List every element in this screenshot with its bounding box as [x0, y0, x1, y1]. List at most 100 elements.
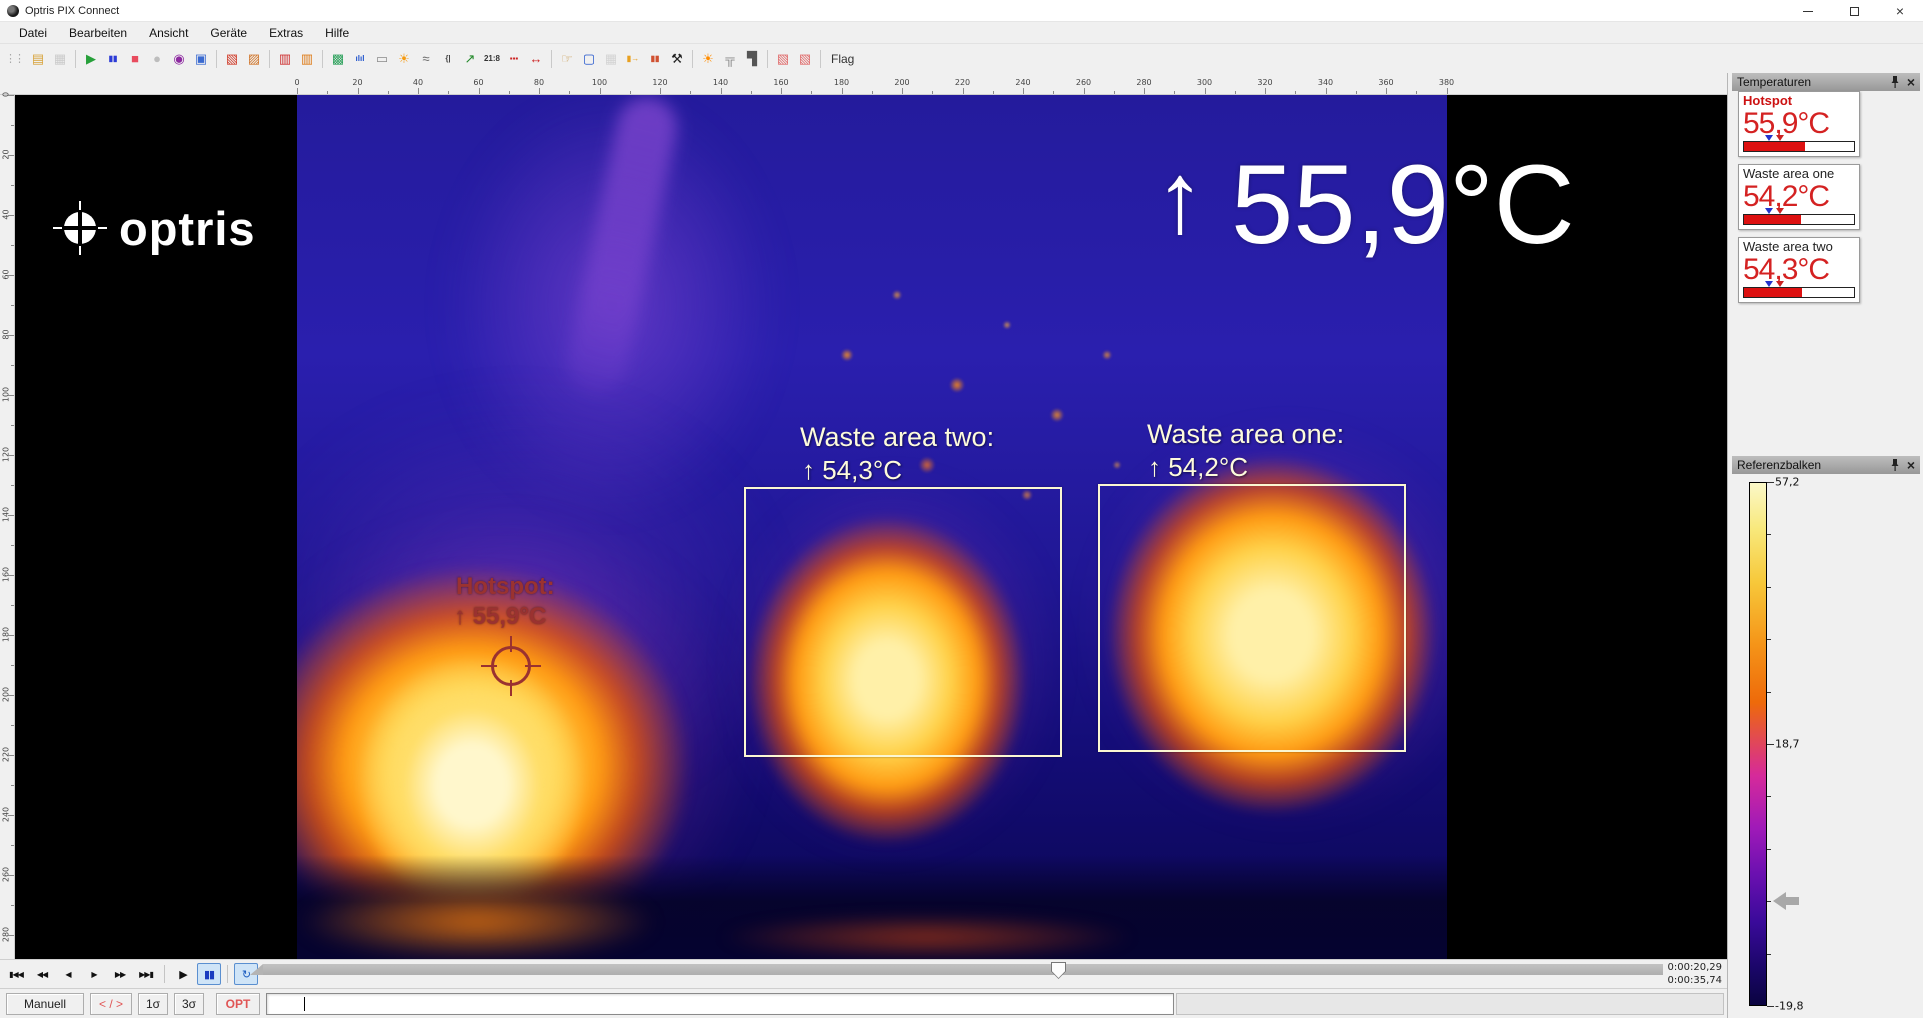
digits-icon[interactable]: 21:8 [482, 49, 502, 69]
curve-icon[interactable]: ≈ [416, 49, 436, 69]
play-icon[interactable]: ▶ [81, 49, 101, 69]
ruler-tick [479, 88, 480, 94]
menu-item-datei[interactable]: Datei [8, 24, 58, 42]
menu-item-bearbeiten[interactable]: Bearbeiten [58, 24, 138, 42]
colorbar-pair-icon[interactable]: ▮▮ [645, 49, 665, 69]
status-input[interactable] [266, 993, 1174, 1015]
ruler-tick-minor [630, 91, 631, 94]
title-bar: Optris PIX Connect × [0, 0, 1923, 22]
timeline-handle[interactable] [1051, 962, 1066, 979]
image-window-red-icon[interactable]: ▧ [222, 49, 242, 69]
copy-icon[interactable]: ▣ [191, 49, 211, 69]
menu-item-ansicht[interactable]: Ansicht [138, 24, 199, 42]
red-arrow-icon[interactable]: ↔ [526, 49, 546, 69]
ruler-tick-minor [1114, 91, 1115, 94]
flag-label[interactable]: Flag [831, 52, 854, 66]
zoom-window-icon: ▢ [583, 52, 595, 65]
layout-tree-icon: ╦ [725, 52, 734, 65]
save-icon[interactable]: ▦ [50, 49, 70, 69]
layout-tree-icon[interactable]: ╦ [720, 49, 740, 69]
toolbar-grip: ⋮⋮ [5, 52, 23, 65]
skip-start-button[interactable]: ▮◀◀ [4, 963, 28, 985]
waste-area-two-rect[interactable] [744, 487, 1062, 757]
pin-icon[interactable] [1890, 458, 1900, 472]
menu-item-hilfe[interactable]: Hilfe [314, 24, 360, 42]
blue-marker-icon [1765, 208, 1773, 214]
ruler-tick [963, 88, 964, 94]
reference-panel-title: Referenzbalken [1737, 458, 1821, 472]
image-save-icon[interactable]: ▨ [244, 49, 264, 69]
thermal-blob-icon[interactable]: ☀ [698, 49, 718, 69]
waste-area-one-rect[interactable] [1098, 484, 1406, 752]
ruler-tick [1265, 88, 1266, 94]
monitor-red-icon[interactable]: ▥ [275, 49, 295, 69]
stop-icon[interactable]: ■ [125, 49, 145, 69]
pointer-hand-icon: ☞ [561, 52, 573, 65]
manual-button[interactable]: Manuell [6, 993, 84, 1015]
record-option-two-icon[interactable]: ▧ [795, 49, 815, 69]
hotspot-crosshair-icon[interactable] [481, 636, 541, 696]
colorbar-arrow-icon[interactable]: ▮→ [623, 49, 643, 69]
timeline-track[interactable] [263, 964, 1663, 975]
reference-level-arrow-icon [1773, 892, 1801, 910]
colorbar-arrow-icon: ▮→ [627, 55, 639, 63]
fast-forward-button[interactable]: ▶▶ [108, 963, 132, 985]
pause-button[interactable]: ▮▮ [197, 963, 221, 985]
sigma3-button[interactable]: 3σ [174, 993, 204, 1015]
maximize-button[interactable] [1831, 0, 1877, 22]
minimize-button[interactable] [1785, 0, 1831, 22]
snapshot-icon[interactable]: ◉ [169, 49, 189, 69]
step-forward-button[interactable]: ▶ [82, 963, 106, 985]
ruler-label: 240 [1015, 78, 1030, 87]
right-panel: Temperaturen × Hotspot55,9°CWaste area o… [1727, 73, 1923, 1018]
tools-icon[interactable]: ⚒ [667, 49, 687, 69]
monitor-orange-icon[interactable]: ▥ [297, 49, 317, 69]
temperature-card-bar [1743, 141, 1855, 152]
menu-item-extras[interactable]: Extras [258, 24, 314, 42]
panel-close-icon[interactable]: × [1907, 75, 1915, 89]
temperature-card-label: Waste area two [1743, 240, 1855, 254]
ruler-tick-minor [569, 91, 570, 94]
opt-button[interactable]: OPT [216, 993, 260, 1015]
grid-disabled-icon[interactable]: ▦ [601, 49, 621, 69]
menu-item-geräte[interactable]: Geräte [199, 24, 258, 42]
palette-icon[interactable]: ▩ [328, 49, 348, 69]
open-icon[interactable]: ▤ [28, 49, 48, 69]
ruler-label: 200 [894, 78, 909, 87]
pointer-hand-icon[interactable]: ☞ [557, 49, 577, 69]
close-button[interactable]: × [1877, 0, 1923, 22]
play-button[interactable]: ▶ [171, 963, 195, 985]
reference-panel-header: Referenzbalken × [1732, 456, 1920, 474]
record-icon[interactable]: ● [147, 49, 167, 69]
playback-bar: ▮◀◀◀◀◀▶▶▶▶▶▮▶▮▮↻╍╍ 0:00:20,29 0:00:35,74 [0, 959, 1727, 988]
hotspot-sun-icon[interactable]: ☀ [394, 49, 414, 69]
frame-nav-button[interactable]: < / > [90, 993, 132, 1015]
ruler-tick [358, 88, 359, 94]
temperature-card-label: Waste area one [1743, 167, 1855, 181]
pin-icon[interactable] [1890, 75, 1900, 89]
ruler-tick [8, 95, 14, 96]
braces-icon[interactable]: {| [438, 49, 458, 69]
sigma1-button[interactable]: 1σ [138, 993, 168, 1015]
zoom-window-icon[interactable]: ▢ [579, 49, 599, 69]
curve-icon: ≈ [422, 52, 429, 65]
pause-icon[interactable]: ▮▮ [103, 49, 123, 69]
profile-icon[interactable]: ▭ [372, 49, 392, 69]
panel-close-icon[interactable]: × [1907, 458, 1915, 472]
histogram-icon[interactable]: ılıl [350, 49, 370, 69]
record-option-one-icon[interactable]: ▧ [773, 49, 793, 69]
ruler-label: 220 [955, 78, 970, 87]
reference-tick [1767, 744, 1774, 745]
skip-end-button[interactable]: ▶▶▮ [134, 963, 158, 985]
rewind-button[interactable]: ◀◀ [30, 963, 54, 985]
temperature-card: Hotspot55,9°C [1738, 91, 1860, 157]
reference-tick [1767, 901, 1771, 902]
ruler-tick [781, 88, 782, 94]
snapshot-icon: ◉ [173, 52, 184, 65]
temperature-card-value: 54,3°C [1743, 254, 1855, 286]
red-bars-icon[interactable]: ▪▪▪ [504, 49, 524, 69]
horizontal-ruler: 0204060801001201401601802002202402602803… [0, 73, 1727, 95]
diagram-icon[interactable]: ↗ [460, 49, 480, 69]
dark-tool-icon[interactable]: ▜ [742, 49, 762, 69]
step-back-button[interactable]: ◀ [56, 963, 80, 985]
